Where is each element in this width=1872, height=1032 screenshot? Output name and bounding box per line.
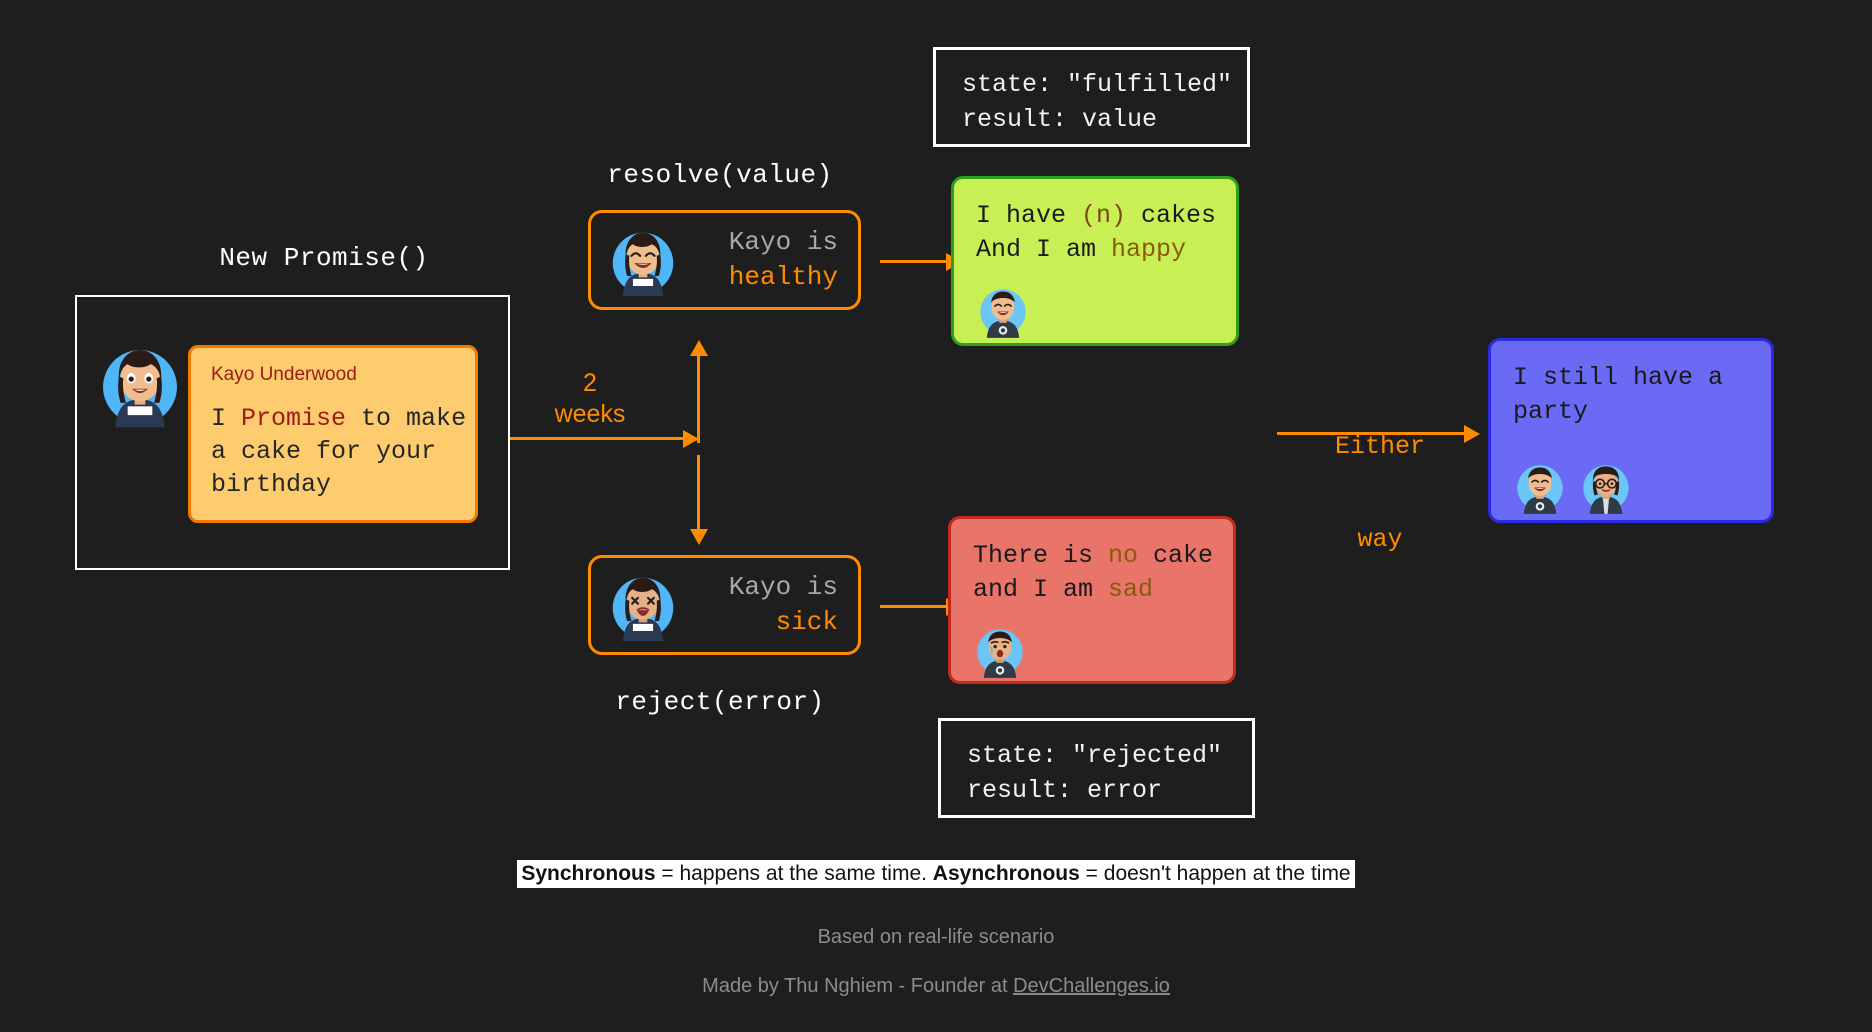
result-either-text: I still have a party bbox=[1513, 363, 1724, 426]
branch-down-head bbox=[690, 529, 708, 545]
synchronous-definition: = happens at the same time. bbox=[655, 862, 933, 885]
state-fulfilled-line1: state: "fulfilled" bbox=[962, 70, 1233, 99]
branch-up-line bbox=[697, 355, 700, 443]
two-weeks-arrow-line bbox=[510, 437, 685, 440]
branch-down-line bbox=[697, 455, 700, 533]
asynchronous-term: Asynchronous bbox=[932, 862, 1080, 885]
branch-up-head bbox=[690, 340, 708, 356]
either-way-line2: way bbox=[1357, 525, 1403, 555]
result-fulfilled-avatars bbox=[976, 285, 1214, 339]
result-fulfilled-mood: happy bbox=[1111, 234, 1187, 264]
result-fulfilled-text: I have (n) cakes And I am happy bbox=[976, 201, 1217, 264]
new-promise-title: New Promise() bbox=[219, 243, 429, 273]
result-either-avatars bbox=[1513, 461, 1749, 515]
avatar-friend-glasses bbox=[1583, 464, 1629, 514]
result-rejected-negation: no bbox=[1108, 541, 1139, 570]
footer-credit: Made by Thu Nghiem - Founder at DevChall… bbox=[0, 975, 1872, 998]
avatar-kayo-happy bbox=[607, 227, 679, 299]
asynchronous-definition: = doesn't happen at the time bbox=[1079, 862, 1351, 885]
state-rejected-line1: state: "rejected" bbox=[967, 741, 1223, 770]
devchallenges-link[interactable]: DevChallenges.io bbox=[1013, 975, 1170, 997]
sync-async-note: Synchronous = happens at the same time. … bbox=[517, 860, 1355, 888]
state-rejected-line2: result: error bbox=[967, 775, 1163, 805]
promise-speech-card: Kayo Underwood I Promise to make a cake … bbox=[188, 345, 478, 523]
synchronous-term: Synchronous bbox=[521, 862, 656, 885]
status-box-healthy: Kayo is healthy bbox=[588, 210, 861, 310]
promise-author: Kayo Underwood bbox=[211, 364, 357, 385]
avatar-friend-sad bbox=[977, 628, 1023, 678]
status-healthy-line1: Kayo is bbox=[728, 226, 838, 257]
avatar-friend-happy bbox=[980, 288, 1026, 338]
avatar-kayo-neutral bbox=[96, 343, 184, 431]
either-way-arrow-head bbox=[1464, 425, 1480, 443]
result-fulfilled-count: (n) bbox=[1081, 201, 1127, 230]
state-box-fulfilled: state: "fulfilled" result: value bbox=[933, 47, 1250, 147]
promise-text: I Promise to make a cake for your birthd… bbox=[211, 404, 467, 499]
sync-async-note-wrap: Synchronous = happens at the same time. … bbox=[0, 860, 1872, 888]
either-way-arrow-line bbox=[1277, 432, 1467, 435]
footer-subtitle: Based on real-life scenario bbox=[817, 926, 1055, 948]
state-box-rejected: state: "rejected" result: error bbox=[938, 718, 1255, 818]
resolve-label: resolve(value) bbox=[607, 160, 833, 190]
diagram-canvas: New Promise() Kayo Underwood I Promise t… bbox=[0, 0, 1872, 1032]
status-sick-line1: Kayo is bbox=[728, 571, 838, 602]
result-card-either: I still have a party bbox=[1488, 338, 1774, 523]
status-box-sick: Kayo is sick bbox=[588, 555, 861, 655]
result-rejected-avatars bbox=[973, 625, 1211, 679]
reject-label: reject(error) bbox=[615, 687, 825, 717]
either-way-line1: Either bbox=[1334, 431, 1425, 461]
avatar-kayo-sick bbox=[607, 572, 679, 644]
avatar-friend-happy-party bbox=[1517, 464, 1563, 514]
reject-result-arrow-line bbox=[880, 605, 948, 608]
promise-keyword: Promise bbox=[241, 404, 347, 433]
footer-credit-text: Made by Thu Nghiem - Founder at bbox=[702, 975, 1014, 997]
result-rejected-mood: sad bbox=[1108, 574, 1154, 604]
result-card-fulfilled: I have (n) cakes And I am happy bbox=[951, 176, 1239, 346]
either-way-label: Either way bbox=[1280, 368, 1480, 618]
two-weeks-label: 2 weeks bbox=[500, 368, 680, 431]
state-fulfilled-line2: result: value bbox=[962, 104, 1158, 134]
two-weeks-line1: 2 bbox=[583, 369, 597, 397]
result-card-rejected: There is no cake and I am sad bbox=[948, 516, 1236, 684]
resolve-result-arrow-line bbox=[880, 260, 948, 263]
result-rejected-text: There is no cake and I am sad bbox=[973, 541, 1214, 604]
two-weeks-line2: weeks bbox=[554, 400, 626, 429]
